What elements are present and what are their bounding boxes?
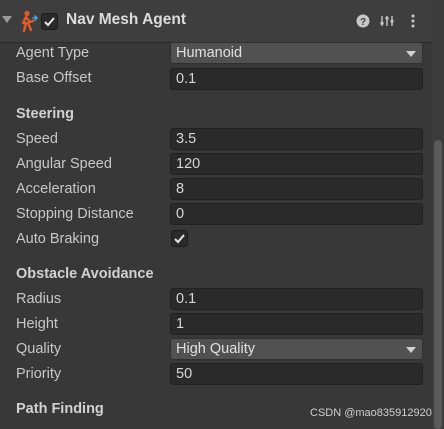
presets-icon[interactable] — [379, 13, 395, 29]
svg-text:?: ? — [360, 17, 366, 28]
chevron-down-icon — [406, 51, 416, 57]
radius-field[interactable]: 0.1 — [170, 288, 423, 310]
priority-label: Priority — [16, 366, 62, 382]
agent-type-value: Humanoid — [176, 45, 243, 61]
acceleration-label: Acceleration — [16, 181, 96, 197]
vertical-scrollbar[interactable] — [432, 0, 444, 429]
height-field[interactable]: 1 — [170, 313, 423, 335]
angular-speed-field[interactable]: 120 — [170, 153, 423, 175]
help-icon[interactable]: ? — [355, 13, 371, 29]
angular-speed-label: Angular Speed — [16, 156, 112, 172]
acceleration-field[interactable]: 8 — [170, 178, 423, 200]
watermark: CSDN @mao835912920 — [310, 407, 432, 419]
kebab-menu-icon[interactable] — [405, 13, 421, 29]
component-title: Nav Mesh Agent — [66, 11, 187, 28]
component-enabled-checkbox[interactable] — [41, 13, 58, 30]
agent-type-label: Agent Type — [16, 45, 90, 61]
checkmark-icon — [174, 234, 185, 244]
fold-arrow-icon[interactable] — [2, 16, 12, 23]
obstacle-avoidance-section-title: Obstacle Avoidance — [16, 266, 154, 282]
stopping-distance-label: Stopping Distance — [16, 206, 134, 222]
quality-label: Quality — [16, 341, 62, 357]
path-finding-section-title: Path Finding — [16, 401, 104, 417]
auto-braking-checkbox[interactable] — [171, 230, 188, 247]
radius-label: Radius — [16, 291, 62, 307]
stopping-distance-field[interactable]: 0 — [170, 203, 423, 225]
steering-section-title: Steering — [16, 106, 75, 122]
base-offset-label: Base Offset — [16, 70, 92, 86]
speed-label: Speed — [16, 131, 58, 147]
quality-dropdown[interactable]: High Quality — [170, 338, 423, 360]
component-header[interactable]: Nav Mesh Agent ? — [0, 0, 432, 43]
quality-value: High Quality — [176, 341, 255, 357]
nav-mesh-agent-icon — [21, 10, 39, 32]
agent-type-dropdown[interactable]: Humanoid — [170, 42, 423, 64]
scrollbar-thumb[interactable] — [434, 140, 442, 429]
height-label: Height — [16, 316, 58, 332]
auto-braking-label: Auto Braking — [16, 231, 100, 247]
speed-field[interactable]: 3.5 — [170, 128, 423, 150]
base-offset-field[interactable]: 0.1 — [170, 68, 423, 90]
checkmark-icon — [44, 17, 55, 27]
chevron-down-icon — [406, 347, 416, 353]
priority-field[interactable]: 50 — [170, 363, 423, 385]
